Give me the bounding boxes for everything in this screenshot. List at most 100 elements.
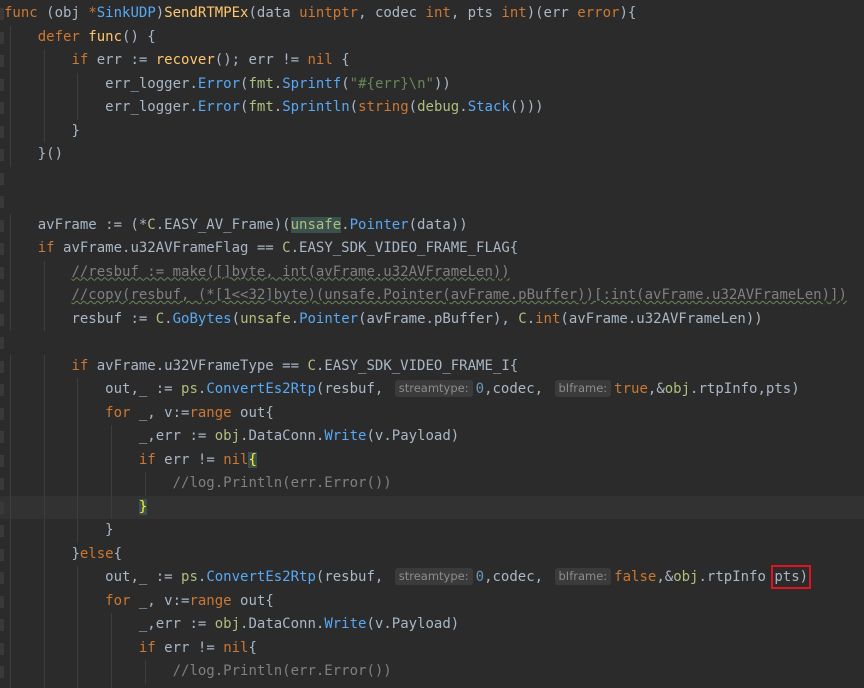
code-line[interactable]: defer func() { — [0, 25, 864, 49]
code-line[interactable]: //resbuf := make([]byte, int(avFrame.u32… — [0, 260, 864, 284]
code-token: out,_ := — [105, 381, 182, 397]
code-line[interactable]: } — [0, 119, 864, 143]
code-line[interactable]: for _, v:=range out{ — [0, 401, 864, 425]
indent-guide — [43, 119, 45, 143]
code-token: for — [105, 592, 139, 609]
indent-guide — [43, 401, 45, 425]
indent-guide — [10, 25, 11, 49]
code-line[interactable]: err_logger.Error(fmt.Sprintf("#{err}\n")… — [0, 72, 864, 96]
indent-guide — [77, 566, 79, 590]
code-line[interactable]: if err := recover(); err != nil { — [0, 49, 864, 73]
code-token: out{ — [240, 592, 274, 609]
code-line[interactable]: if err != nil{ — [0, 448, 864, 472]
code-line[interactable]: //log.Println(err.Error()) — [0, 660, 864, 684]
parameter-hint: streamtype: — [394, 568, 473, 585]
gutter-marker — [0, 172, 4, 185]
code-token: func — [4, 5, 47, 21]
code-line[interactable]: //log.Println(err.Error()) — [0, 472, 864, 496]
code-line[interactable]: resbuf := C.GoBytes(unsafe.Pointer(avFra… — [0, 307, 864, 331]
code-token: out,_ := — [105, 569, 182, 585]
code-line[interactable] — [0, 167, 864, 191]
code-token: .DataConn. — [240, 616, 325, 632]
code-token: { — [332, 52, 350, 68]
indent-guide — [43, 542, 45, 566]
indent-guide — [111, 683, 113, 688]
indent-guide — [10, 566, 11, 590]
code-line[interactable]: _,err := obj.DataConn.Write(v.Payload) — [0, 425, 864, 449]
code-text: } — [138, 496, 148, 520]
code-line[interactable]: if err != nil{ — [0, 636, 864, 660]
code-token: if — [71, 357, 97, 374]
code-token: _,err := — [138, 616, 215, 632]
code-line[interactable]: out,_ := ps.ConvertEs2Rtp(resbuf, stream… — [0, 566, 864, 590]
code-line[interactable] — [0, 331, 864, 355]
code-line[interactable]: } — [0, 519, 864, 543]
code-line[interactable]: } — [0, 495, 864, 520]
indent-guide — [77, 448, 79, 472]
code-token: (resbuf, — [315, 381, 392, 397]
code-token: obj — [214, 428, 241, 444]
code-line[interactable]: if avFrame.u32AVFrameFlag == C.EASY_SDK_… — [0, 237, 864, 261]
code-token: ps — [181, 569, 198, 585]
code-token: (data)) — [408, 216, 468, 233]
code-text: } — [139, 684, 147, 688]
gutter-marker — [0, 149, 4, 161]
code-line[interactable]: //copy(resbuf, (*[1<<32]byte)(unsafe.Poi… — [0, 284, 864, 308]
code-line[interactable]: for _, v:=range out{ — [0, 589, 864, 613]
parameter-hint: bIframe: — [554, 568, 612, 585]
code-token: _, v:= — [138, 592, 190, 609]
code-token: avFrame := (* — [37, 216, 148, 233]
indent-guide — [10, 636, 11, 660]
code-text: func (obj *SinkUDP)SendRTMPEx(data uintp… — [4, 2, 636, 26]
parameter-hint: streamtype: — [394, 380, 473, 397]
code-line[interactable]: out,_ := ps.ConvertEs2Rtp(resbuf, stream… — [0, 378, 864, 402]
code-line[interactable]: if avFrame.u32VFrameType == C.EASY_SDK_V… — [0, 354, 864, 378]
gutter-marker — [0, 666, 4, 678]
code-token: _, v:= — [138, 404, 190, 421]
indent-guide — [10, 237, 11, 261]
indent-guide — [111, 613, 113, 637]
code-token: if — [138, 451, 165, 468]
indent-guide — [43, 636, 45, 660]
code-token: unsafe — [290, 216, 342, 233]
code-token: ())) — [509, 99, 544, 115]
code-token: { — [248, 639, 257, 656]
gutter-marker — [0, 525, 4, 537]
code-line[interactable]: } — [0, 683, 864, 688]
code-token: ) — [619, 5, 628, 21]
indent-guide — [77, 589, 79, 613]
code-token: (obj — [46, 5, 89, 21]
gutter-marker — [0, 548, 4, 561]
code-token: ConvertEs2Rtp — [206, 381, 316, 397]
code-line[interactable] — [0, 190, 864, 214]
gutter-marker — [0, 384, 4, 396]
code-token: (); err != — [214, 52, 308, 68]
code-line[interactable]: err_logger.Error(fmt.Sprintln(string(deb… — [0, 96, 864, 120]
indent-guide — [77, 96, 79, 120]
indent-guide — [10, 519, 11, 543]
code-text: }else{ — [71, 543, 122, 567]
code-line[interactable]: avFrame := (*C.EASY_AV_Frame)(unsafe.Poi… — [0, 213, 864, 237]
code-line[interactable]: }() — [0, 143, 864, 167]
code-token: C — [155, 310, 165, 327]
code-line[interactable]: }else{ — [0, 542, 864, 567]
gutter-marker — [0, 243, 4, 255]
indent-guide — [77, 495, 79, 519]
code-line[interactable]: _,err := obj.DataConn.Write(v.Payload) — [0, 613, 864, 637]
indent-guide — [111, 495, 113, 519]
code-token: (data — [248, 5, 300, 21]
indent-guide — [43, 378, 45, 402]
code-token: ,& — [656, 569, 674, 585]
code-token: { — [248, 451, 257, 468]
code-token: .EASY_AV_Frame)( — [155, 216, 291, 233]
indent-guide — [43, 613, 45, 637]
indent-guide — [43, 495, 45, 519]
code-line[interactable]: func (obj *SinkUDP)SendRTMPEx(data uintp… — [0, 2, 864, 26]
gutter-marker — [0, 102, 4, 114]
code-token: fmt — [248, 75, 274, 92]
indent-guide — [111, 660, 113, 684]
code-editor[interactable]: func (obj *SinkUDP)SendRTMPEx(data uintp… — [0, 0, 864, 688]
gutter-marker — [0, 78, 4, 91]
code-text: out,_ := ps.ConvertEs2Rtp(resbuf, stream… — [105, 378, 800, 402]
code-token: Write — [324, 428, 367, 444]
